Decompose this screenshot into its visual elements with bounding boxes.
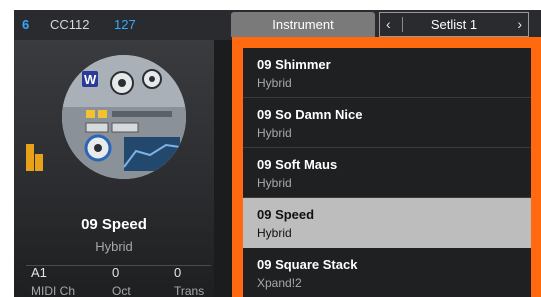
synth-panel-image: W bbox=[62, 55, 186, 179]
setlist-selector[interactable]: ‹ Setlist 1 › bbox=[379, 12, 529, 37]
divider bbox=[402, 17, 403, 32]
current-preset-category: Hybrid bbox=[95, 239, 133, 254]
top-bar: 6 CC112 127 Instrument ‹ Setlist 1 › bbox=[14, 10, 541, 40]
chevron-left-icon[interactable]: ‹ bbox=[386, 13, 391, 36]
list-item[interactable]: 09 So Damn Nice Hybrid bbox=[243, 98, 531, 148]
preset-name: 09 So Damn Nice bbox=[257, 107, 363, 122]
preset-category: Hybrid bbox=[257, 176, 292, 190]
cc-value: 127 bbox=[114, 17, 136, 32]
tab-instrument[interactable]: Instrument bbox=[231, 12, 375, 37]
current-preset-panel: W 09 Speed Hybrid A1 MIDI Ch 0 Oct 0 Tra… bbox=[14, 40, 214, 297]
level-meter-bar bbox=[35, 154, 43, 171]
preset-name: 09 Speed bbox=[257, 207, 315, 222]
level-meter-icon bbox=[26, 144, 34, 171]
transpose-value[interactable]: 0 bbox=[174, 265, 181, 280]
preset-artwork: W bbox=[62, 55, 186, 179]
preset-category: Hybrid bbox=[257, 126, 292, 140]
preset-category: Xpand!2 bbox=[257, 276, 302, 290]
instrument-screen: 6 CC112 127 Instrument ‹ Setlist 1 › W 0… bbox=[14, 10, 541, 297]
octave-value[interactable]: 0 bbox=[112, 265, 119, 280]
setlist-label: Setlist 1 bbox=[430, 17, 478, 32]
svg-text:W: W bbox=[84, 72, 97, 87]
midi-ch-label: MIDI Ch bbox=[31, 284, 76, 297]
list-item[interactable]: 09 Soft Maus Hybrid bbox=[243, 148, 531, 198]
preset-name: 09 Soft Maus bbox=[257, 157, 338, 172]
midi-channel-indicator[interactable]: 6 bbox=[22, 17, 29, 32]
transpose-label: Trans bbox=[174, 284, 205, 297]
octave-label: Oct bbox=[112, 284, 131, 297]
current-preset-name: 09 Speed bbox=[81, 216, 147, 233]
list-item[interactable]: 09 Shimmer Hybrid bbox=[243, 48, 531, 98]
preset-category: Hybrid bbox=[257, 76, 292, 90]
chevron-right-icon[interactable]: › bbox=[517, 13, 522, 36]
midi-ch-value[interactable]: A1 bbox=[31, 265, 47, 280]
preset-category: Hybrid bbox=[257, 226, 292, 240]
preset-list: 09 Shimmer Hybrid 09 So Damn Nice Hybrid… bbox=[243, 48, 531, 297]
list-item[interactable]: 09 Square Stack Xpand!2 bbox=[243, 248, 531, 297]
cc-label: CC112 bbox=[50, 17, 90, 32]
preset-name: 09 Square Stack bbox=[257, 257, 358, 272]
preset-name: 09 Shimmer bbox=[257, 57, 331, 72]
list-item-selected[interactable]: 09 Speed Hybrid bbox=[243, 198, 531, 248]
